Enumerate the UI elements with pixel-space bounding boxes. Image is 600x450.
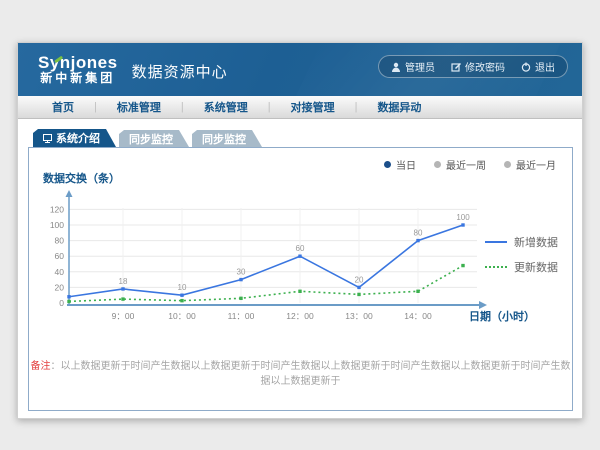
tab-label: 同步监控 [202,131,246,147]
user-icon [391,62,401,72]
svg-text:20: 20 [355,275,364,284]
svg-text:100: 100 [50,220,64,230]
footnote-text: ：以上数据更新于时间产生数据以上数据更新于时间产生数据以上数据更新于时间产生数据… [51,361,571,387]
header: Synjones 新中新集团 数据资源中心 管理员 修改密码 [18,43,582,96]
svg-text:20: 20 [55,282,65,292]
footnote: 备注：以上数据更新于时间产生数据以上数据更新于时间产生数据以上数据更新于时间产生… [29,357,572,387]
legend-label: 更新数据 [514,259,558,275]
svg-text:60: 60 [55,251,65,261]
main-nav: 首页 | 标准管理 | 系统管理 | 对接管理 | 数据异动 [18,96,582,119]
svg-text:40: 40 [55,267,65,277]
logo: Synjones 新中新集团 [38,54,118,86]
page-title: 数据资源中心 [132,61,228,82]
nav-item-interface-mgmt[interactable]: 对接管理 [271,99,355,115]
filter-today-label: 当日 [396,157,416,172]
svg-text:11：00: 11：00 [228,311,255,321]
legend-item-updated-data: 更新数据 [485,259,558,275]
tab-label: 同步监控 [129,131,173,147]
svg-text:14：00: 14：00 [404,311,432,321]
filter-last-week[interactable]: 最近一周 [434,157,486,172]
tab-bar: 系统介绍 同步监控 同步监控 [18,120,582,147]
radio-dot-icon [504,161,511,168]
logo-brand: Synjones [38,54,118,73]
svg-text:80: 80 [414,229,423,238]
footnote-prefix: 备注 [31,361,51,372]
legend-item-new-data: 新增数据 [485,234,558,250]
svg-text:日期（小时）: 日期（小时） [469,309,535,323]
filter-last-month[interactable]: 最近一月 [504,157,556,172]
chart-panel: 当日 最近一周 最近一月 数据交换（条） 0 20 40 60 80 100 120 9：00… [28,147,573,411]
svg-text:60: 60 [296,244,305,253]
user-menu: 管理员 修改密码 退出 [378,55,568,78]
svg-text:10: 10 [178,283,187,292]
dotted-line-icon [485,266,507,268]
filter-last-month-label: 最近一月 [516,157,556,172]
radio-dot-icon [384,161,391,168]
filter-last-week-label: 最近一周 [446,157,486,172]
logout-label: 退出 [535,59,555,74]
svg-text:18: 18 [119,277,128,286]
svg-text:120: 120 [50,204,64,214]
logout-button[interactable]: 退出 [521,59,555,74]
line-chart: 0 20 40 60 80 100 120 9：00 10：00 11：00 12：00 13：00 1… [37,186,551,334]
power-icon [521,62,531,72]
time-range-filters: 当日 最近一周 最近一月 [384,157,556,172]
tab-system-intro[interactable]: 系统介绍 [33,129,116,147]
solid-line-icon [485,241,507,243]
nav-item-system-mgmt[interactable]: 系统管理 [184,99,268,115]
nav-item-home[interactable]: 首页 [32,99,94,115]
app-window: Synjones 新中新集团 数据资源中心 管理员 修改密码 [17,42,583,419]
svg-text:30: 30 [237,268,246,277]
svg-text:12：00: 12：00 [286,311,314,321]
tab-label: 系统介绍 [56,130,100,146]
legend-label: 新增数据 [514,234,558,250]
logo-company: 新中新集团 [38,72,118,85]
nav-item-data-change[interactable]: 数据异动 [357,99,441,115]
monitor-icon [43,134,52,143]
svg-text:100: 100 [456,213,470,222]
svg-text:80: 80 [55,236,65,246]
nav-item-standard-mgmt[interactable]: 标准管理 [97,99,181,115]
svg-text:10：00: 10：00 [168,311,196,321]
change-password-label: 修改密码 [465,59,505,74]
tab-sync-monitor-2[interactable]: 同步监控 [192,130,262,147]
tab-sync-monitor-1[interactable]: 同步监控 [119,130,189,147]
chart-legend: 新增数据 更新数据 [485,234,558,284]
y-axis-title: 数据交换（条） [43,170,120,186]
user-menu-admin[interactable]: 管理员 [391,59,435,74]
user-menu-admin-label: 管理员 [405,59,435,74]
change-password-button[interactable]: 修改密码 [451,59,505,74]
svg-text:0: 0 [59,298,64,308]
svg-text:9：00: 9：00 [112,311,135,321]
edit-icon [451,62,461,72]
filter-today[interactable]: 当日 [384,157,416,172]
radio-dot-icon [434,161,441,168]
svg-text:13：00: 13：00 [345,311,373,321]
